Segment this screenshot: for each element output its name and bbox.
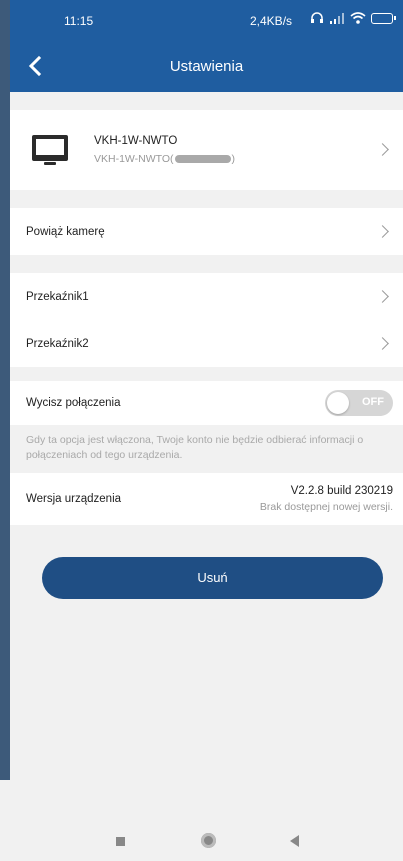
side-strip xyxy=(0,0,10,780)
chevron-right-icon xyxy=(376,289,389,303)
device-version-row: Wersja urządzenia V2.2.8 build 230219 Br… xyxy=(10,473,403,525)
chevron-right-icon xyxy=(376,143,389,156)
chevron-right-icon xyxy=(376,224,389,238)
nav-bar: Ustawienia xyxy=(10,42,403,92)
mute-calls-label: Wycisz połączenia xyxy=(26,397,121,409)
phone-screen: 11:15 2,4KB/s Ustawienia VKH-1W-NWTO VKH… xyxy=(10,0,403,861)
network-speed: 2,4KB/s xyxy=(250,14,293,28)
mute-calls-row: Wycisz połączenia OFF xyxy=(10,381,403,425)
toggle-state-label: OFF xyxy=(362,396,384,408)
mute-calls-hint: Gdy ta opcja jest włączona, Twoje konto … xyxy=(10,425,403,473)
relay1-label: Przekaźnik1 xyxy=(26,290,89,303)
relay2-row[interactable]: Przekaźnik2 xyxy=(10,320,403,367)
relay2-label: Przekaźnik2 xyxy=(26,337,89,350)
page-title: Ustawienia xyxy=(169,58,244,75)
device-row[interactable]: VKH-1W-NWTO VKH-1W-NWTO() xyxy=(10,110,403,190)
version-note: Brak dostępnej nowej wersji. xyxy=(259,501,393,513)
delete-button[interactable]: Usuń xyxy=(42,557,383,599)
home-button[interactable] xyxy=(201,833,216,848)
status-icons xyxy=(310,12,396,24)
wifi-icon xyxy=(350,12,366,24)
redacted-id xyxy=(174,155,231,163)
bind-camera-label: Powiąż kamerę xyxy=(26,225,105,238)
version-number: V2.2.8 build 230219 xyxy=(290,485,393,497)
relay1-row[interactable]: Przekaźnik1 xyxy=(10,273,403,320)
signal-icon xyxy=(329,12,345,24)
device-name: VKH-1W-NWTO xyxy=(94,135,178,147)
status-bar: 11:15 2,4KB/s xyxy=(10,0,403,42)
bind-camera-row[interactable]: Powiąż kamerę xyxy=(10,208,403,255)
battery-icon xyxy=(371,12,396,24)
system-back-button[interactable] xyxy=(290,835,299,847)
status-time: 11:15 xyxy=(64,14,94,28)
headphone-icon xyxy=(310,12,324,24)
chevron-right-icon xyxy=(376,336,389,350)
monitor-icon xyxy=(30,133,70,167)
device-id: VKH-1W-NWTO() xyxy=(94,153,236,165)
recent-apps-button[interactable] xyxy=(116,837,125,846)
toggle-knob xyxy=(327,392,349,414)
mute-calls-toggle[interactable]: OFF xyxy=(325,390,393,416)
version-label: Wersja urządzenia xyxy=(26,493,122,505)
system-nav-bar xyxy=(10,825,403,861)
